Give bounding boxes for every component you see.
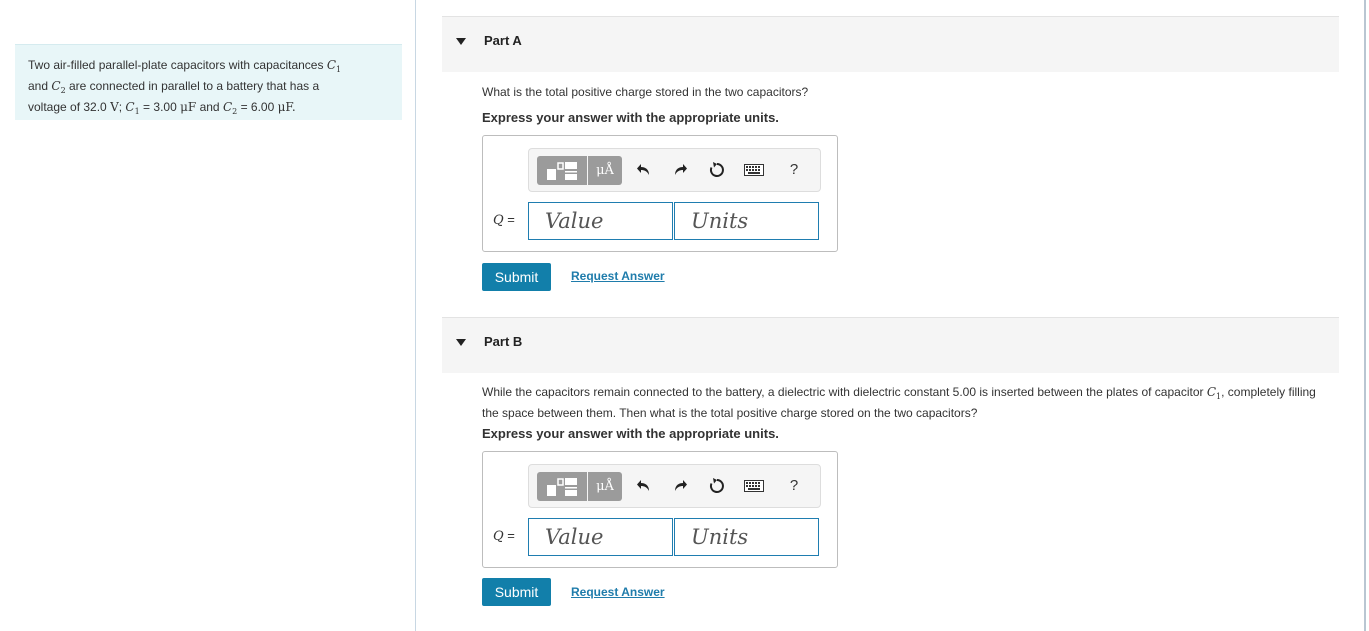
submit-button[interactable]: Submit bbox=[482, 578, 551, 606]
c2-symbol-2: C bbox=[222, 100, 233, 114]
undo-icon[interactable] bbox=[633, 159, 655, 181]
template-icon bbox=[547, 161, 577, 180]
volt-unit: V bbox=[110, 100, 119, 114]
undo-icon[interactable] bbox=[633, 475, 655, 497]
q-symbol: Q bbox=[493, 213, 504, 228]
page: Two air-filled parallel-plate capacitors… bbox=[0, 0, 1369, 631]
request-answer-link[interactable]: Request Answer bbox=[571, 585, 665, 599]
part-b-answer-box: μÅ ? Q = bbox=[482, 451, 838, 568]
reset-icon[interactable] bbox=[706, 475, 728, 497]
c2-subscript: 2 bbox=[60, 86, 66, 95]
reset-icon[interactable] bbox=[706, 159, 728, 181]
units-button[interactable]: μÅ bbox=[588, 156, 622, 185]
math-toolbar: μÅ ? bbox=[528, 148, 821, 192]
problem-and-2: and bbox=[199, 100, 220, 114]
c1-value: = 3.00 bbox=[143, 100, 177, 114]
c1-symbol: C bbox=[326, 58, 337, 72]
part-a-answer-box: μÅ ? Q = bbox=[482, 135, 838, 252]
problem-text-2: are connected in parallel to a battery t… bbox=[69, 79, 320, 93]
mu-f-unit: μF bbox=[180, 100, 197, 114]
units-input[interactable] bbox=[674, 202, 819, 240]
part-a-title: Part A bbox=[484, 33, 522, 48]
value-input[interactable] bbox=[528, 518, 673, 556]
panel-divider bbox=[415, 0, 416, 631]
part-b-instruction: Express your answer with the appropriate… bbox=[482, 426, 779, 441]
c2-value: = 6.00 bbox=[240, 100, 275, 114]
part-b-question-prefix: While the capacitors remain connected to… bbox=[482, 385, 1204, 399]
q-symbol: Q bbox=[493, 529, 504, 544]
collapse-caret-icon[interactable] bbox=[456, 339, 466, 346]
template-icon bbox=[547, 477, 577, 496]
keyboard-icon[interactable] bbox=[743, 159, 765, 181]
part-a-header[interactable]: Part A bbox=[442, 16, 1339, 72]
redo-icon[interactable] bbox=[669, 475, 691, 497]
c1-symbol-2: C bbox=[125, 100, 135, 114]
template-button[interactable] bbox=[537, 472, 587, 501]
q-label: Q = bbox=[493, 212, 515, 228]
mu-f-unit-2: μF. bbox=[277, 100, 296, 114]
units-button[interactable]: μÅ bbox=[588, 472, 622, 501]
q-label: Q = bbox=[493, 528, 515, 544]
problem-statement: Two air-filled parallel-plate capacitors… bbox=[15, 44, 402, 120]
part-b-header[interactable]: Part B bbox=[442, 317, 1339, 373]
part-b-title: Part B bbox=[484, 334, 523, 349]
q-equals: = bbox=[507, 528, 515, 543]
c1-subscript-2: 1 bbox=[134, 107, 140, 116]
units-input[interactable] bbox=[674, 518, 819, 556]
c2-subscript-2: 2 bbox=[232, 107, 238, 116]
part-a-instruction: Express your answer with the appropriate… bbox=[482, 110, 779, 125]
scrollbar-track[interactable] bbox=[1364, 0, 1366, 631]
help-icon[interactable]: ? bbox=[783, 475, 805, 497]
submit-button[interactable]: Submit bbox=[482, 263, 551, 291]
c2-symbol: C bbox=[51, 79, 61, 93]
problem-text-1: Two air-filled parallel-plate capacitors… bbox=[28, 58, 324, 72]
problem-text-3: voltage of 32.0 bbox=[28, 100, 107, 114]
collapse-caret-icon[interactable] bbox=[456, 38, 466, 45]
problem-and: and bbox=[28, 79, 49, 93]
redo-icon[interactable] bbox=[669, 159, 691, 181]
keyboard-icon[interactable] bbox=[743, 475, 765, 497]
math-toolbar: μÅ ? bbox=[528, 464, 821, 508]
part-a-question: What is the total positive charge stored… bbox=[482, 85, 809, 99]
help-icon[interactable]: ? bbox=[783, 159, 805, 181]
request-answer-link[interactable]: Request Answer bbox=[571, 269, 665, 283]
template-button[interactable] bbox=[537, 156, 587, 185]
c1-subscript: 1 bbox=[336, 65, 342, 74]
q-equals: = bbox=[507, 212, 515, 227]
part-b-question: While the capacitors remain connected to… bbox=[482, 384, 1322, 421]
value-input[interactable] bbox=[528, 202, 673, 240]
part-b-c1-symbol: C bbox=[1206, 385, 1217, 399]
